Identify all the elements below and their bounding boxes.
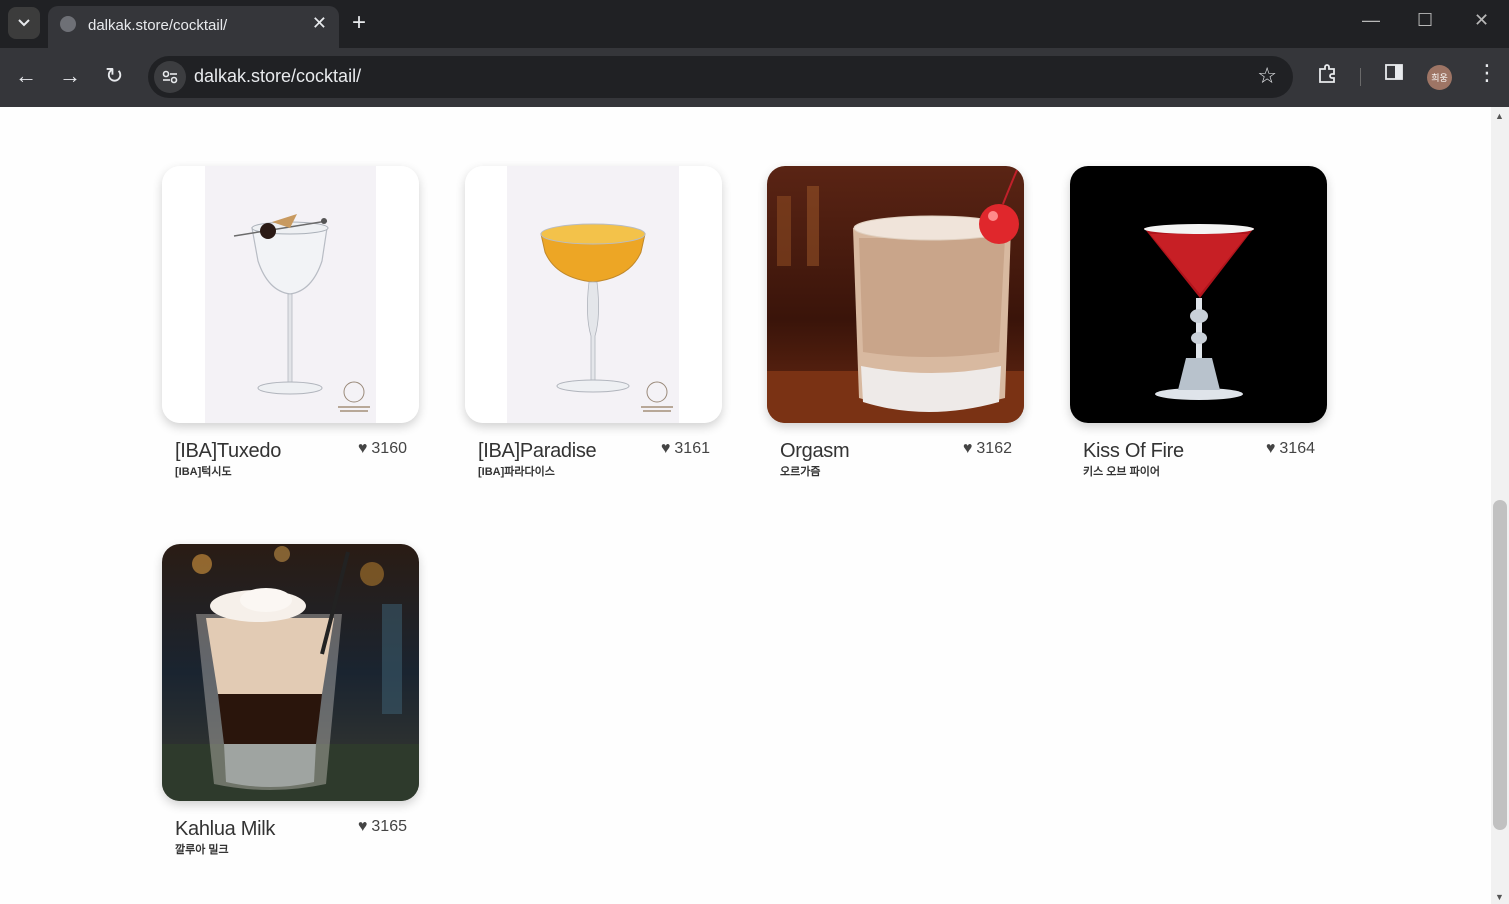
side-panel-icon[interactable] <box>1384 62 1404 88</box>
heart-icon[interactable]: ♥ <box>358 440 368 458</box>
active-tab[interactable]: dalkak.store/cocktail/ ✕ <box>48 6 339 48</box>
cocktail-name[interactable]: Kiss Of Fire <box>1083 440 1184 463</box>
cocktail-card[interactable]: Kiss Of Fire 키스 오브 파이어 ♥ 3164 <box>1070 166 1327 479</box>
like-count[interactable]: ♥ 3164 <box>1266 440 1315 458</box>
cocktail-card[interactable]: [IBA]Paradise [IBA]파라다이스 ♥ 3161 <box>465 166 722 479</box>
url-text[interactable]: dalkak.store/cocktail/ <box>194 66 361 87</box>
cocktail-korean-name: 키스 오브 파이어 <box>1083 466 1160 478</box>
like-value: 3165 <box>371 818 407 835</box>
close-icon[interactable]: ✕ <box>312 13 327 34</box>
heart-icon[interactable]: ♥ <box>358 818 368 836</box>
cocktail-image[interactable] <box>1070 166 1327 423</box>
cocktail-card[interactable]: Orgasm 오르가즘 ♥ 3162 <box>767 166 1024 479</box>
scrollbar-thumb[interactable] <box>1493 500 1507 830</box>
like-count[interactable]: ♥ 3161 <box>661 440 710 458</box>
browser-toolbar: ← → ↻ dalkak.store/cocktail/ ☆ 희웅 ⋮ <box>0 48 1509 107</box>
tab-title: dalkak.store/cocktail/ <box>88 17 228 34</box>
reload-icon[interactable]: ↻ <box>105 64 123 88</box>
heart-icon[interactable]: ♥ <box>963 440 973 458</box>
cocktail-card[interactable]: [IBA]Tuxedo [IBA]턱시도 ♥ 3160 <box>162 166 419 479</box>
like-count[interactable]: ♥ 3165 <box>358 818 407 836</box>
cocktail-image[interactable] <box>162 166 419 423</box>
new-tab-button[interactable]: + <box>352 9 366 37</box>
address-bar[interactable]: dalkak.store/cocktail/ ☆ <box>148 56 1293 98</box>
cocktail-korean-name: 깔루아 밀크 <box>175 844 229 856</box>
star-icon[interactable]: ☆ <box>1257 63 1277 89</box>
like-value: 3164 <box>1279 440 1315 457</box>
cocktail-name[interactable]: Orgasm <box>780 440 850 463</box>
forward-arrow-icon[interactable]: → <box>59 64 81 88</box>
back-arrow-icon[interactable]: ← <box>15 64 37 88</box>
heart-icon[interactable]: ♥ <box>1266 440 1276 458</box>
chevron-down-icon <box>18 19 30 27</box>
scrollbar[interactable]: ▲ ▼ <box>1491 107 1509 904</box>
maximize-icon[interactable]: ☐ <box>1417 10 1433 31</box>
cocktail-korean-name: [IBA]파라다이스 <box>478 466 555 478</box>
scroll-down-icon[interactable]: ▼ <box>1495 892 1504 902</box>
cocktail-image[interactable] <box>767 166 1024 423</box>
like-count[interactable]: ♥ 3162 <box>963 440 1012 458</box>
globe-icon <box>60 16 76 32</box>
like-value: 3162 <box>976 440 1012 457</box>
site-info-icon[interactable] <box>154 61 186 93</box>
tab-list-button[interactable] <box>8 7 40 39</box>
toolbar-divider <box>1360 68 1361 86</box>
avatar[interactable]: 희웅 <box>1427 65 1452 90</box>
like-value: 3161 <box>674 440 710 457</box>
cocktail-image[interactable] <box>162 544 419 801</box>
scroll-up-icon[interactable]: ▲ <box>1495 111 1504 121</box>
cocktail-image[interactable] <box>465 166 722 423</box>
cocktail-korean-name: [IBA]턱시도 <box>175 466 232 478</box>
minimize-icon[interactable]: — <box>1362 10 1380 31</box>
tab-bar: dalkak.store/cocktail/ ✕ + — ☐ ✕ <box>0 0 1509 48</box>
extensions-icon[interactable] <box>1317 62 1339 90</box>
like-value: 3160 <box>371 440 407 457</box>
page-content: [IBA]Tuxedo [IBA]턱시도 ♥ 3160 [IBA]Paradise… <box>0 107 1491 904</box>
cocktail-name[interactable]: [IBA]Tuxedo <box>175 440 281 463</box>
cocktail-name[interactable]: Kahlua Milk <box>175 818 275 841</box>
like-count[interactable]: ♥ 3160 <box>358 440 407 458</box>
cocktail-card[interactable]: Kahlua Milk 깔루아 밀크 ♥ 3165 <box>162 544 419 857</box>
menu-dots-icon[interactable]: ⋮ <box>1476 62 1498 84</box>
cocktail-name[interactable]: [IBA]Paradise <box>478 440 597 463</box>
cocktail-korean-name: 오르가즘 <box>780 466 821 478</box>
window-close-icon[interactable]: ✕ <box>1474 10 1489 31</box>
heart-icon[interactable]: ♥ <box>661 440 671 458</box>
